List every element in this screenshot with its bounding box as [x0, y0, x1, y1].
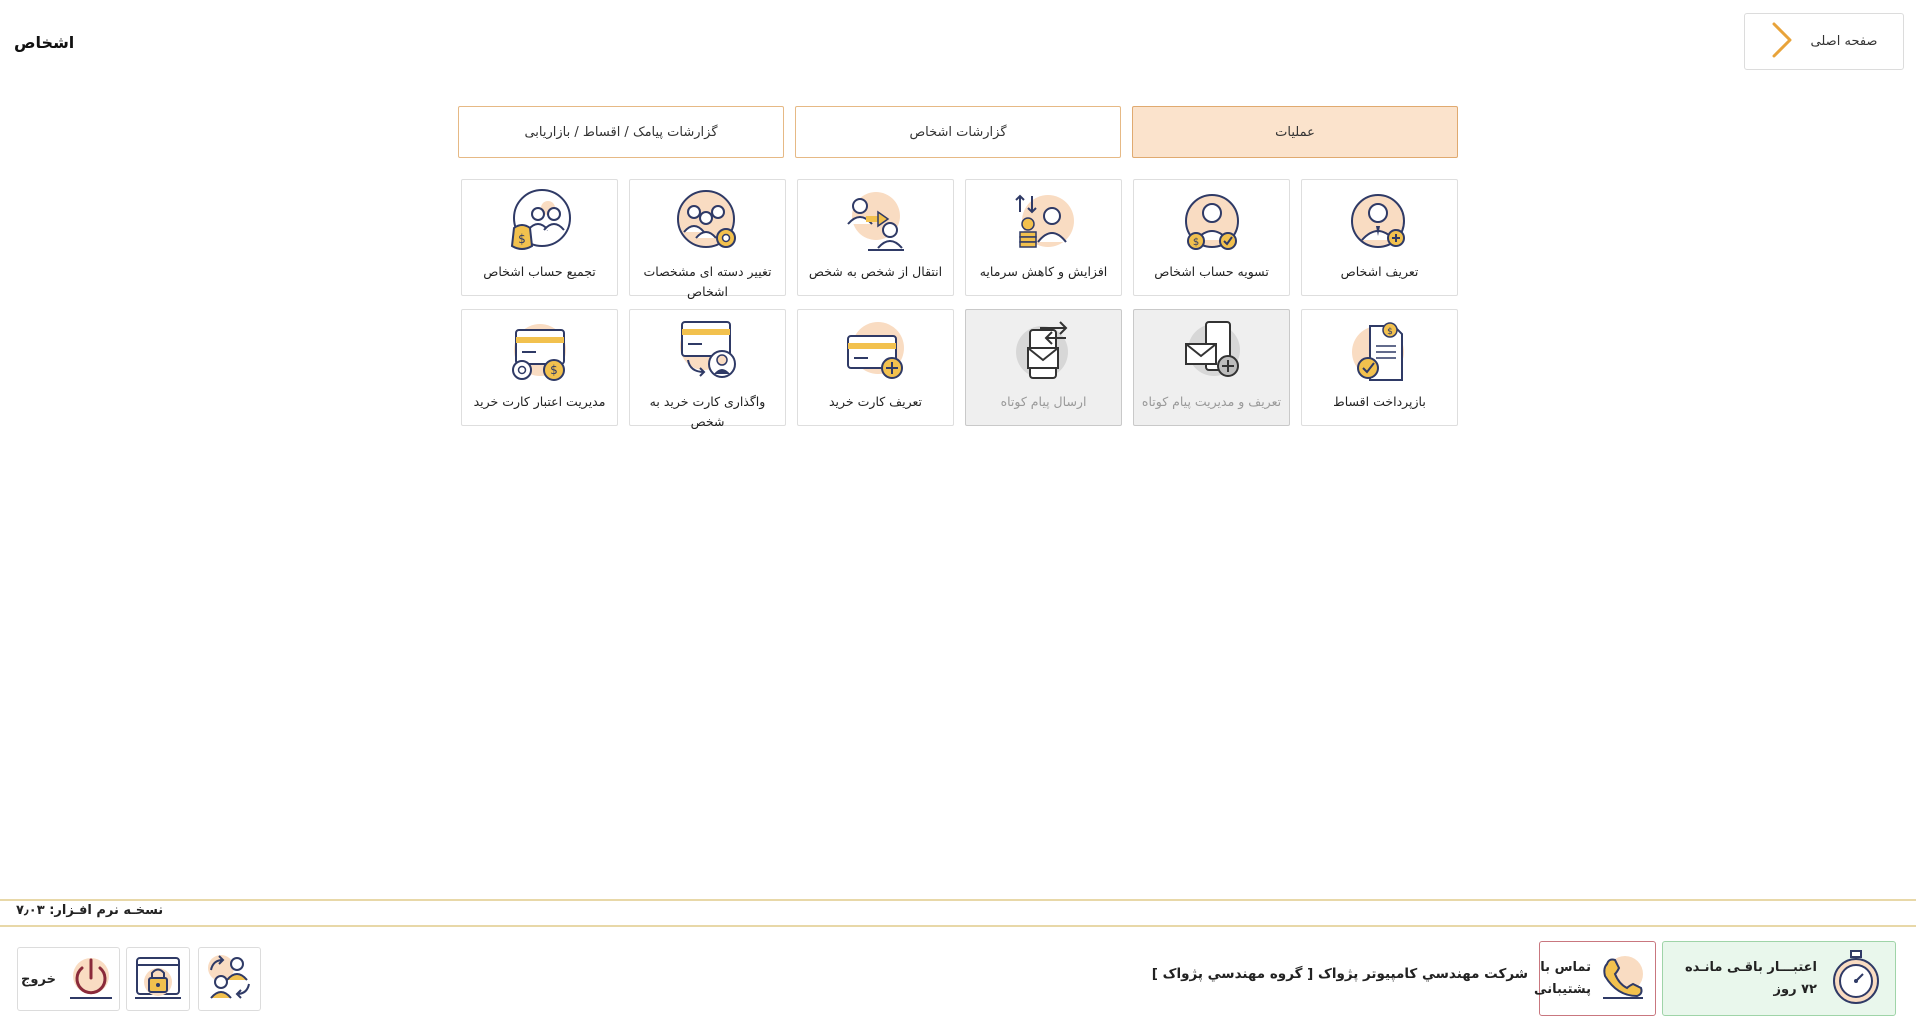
tab-bar: عملیات گزارشات اشخاص گزارشات پیامک / اقس…	[458, 106, 1458, 158]
home-button-label: صفحه اصلی	[1810, 34, 1878, 49]
operations-grid: تعریف اشخاص $ تسویه حساب اشخاص افزایش و …	[458, 179, 1458, 429]
card-define-purchase-card[interactable]: تعریف کارت خرید	[797, 309, 954, 426]
sms-send-icon	[1006, 316, 1082, 390]
card-label: تعریف اشخاص	[1340, 264, 1419, 279]
person-transfer-icon	[838, 186, 914, 260]
card-person-transfer[interactable]: انتقال از شخص به شخص	[797, 179, 954, 296]
card-label: ارسال پیام کوتاه	[1000, 394, 1087, 409]
card-credit-icon: $	[502, 316, 578, 390]
person-add-icon	[1342, 186, 1418, 260]
card-label: تغییر دسته ای مشخصات اشخاص	[643, 264, 772, 299]
card-label: تجمیع حساب اشخاص	[483, 264, 596, 279]
group-settings-icon	[670, 186, 746, 260]
svg-text:$: $	[1192, 237, 1198, 248]
tab-sms-reports[interactable]: گزارشات پیامک / اقساط / بازاریابی	[458, 106, 784, 158]
credit-label: اعتبـــار باقـی مانـده	[1684, 959, 1817, 975]
installment-repay-icon: $	[1342, 316, 1418, 390]
card-manage-purchase-credit[interactable]: $ مدیریت اعتبار کارت خرید	[461, 309, 618, 426]
support-text: تماس با پشتیبانی	[1534, 957, 1591, 1001]
footer-divider-bottom	[0, 925, 1916, 927]
tab-operations[interactable]: عملیات	[1132, 106, 1458, 158]
footer-divider-top	[0, 899, 1916, 901]
stopwatch-icon	[1827, 947, 1885, 1011]
support-label-line2: پشتیبانی	[1534, 981, 1591, 997]
card-assign-icon	[670, 316, 746, 390]
power-icon	[66, 952, 116, 1006]
card-define-person[interactable]: تعریف اشخاص	[1301, 179, 1458, 296]
svg-text:$: $	[1387, 327, 1393, 337]
card-label: تسویه حساب اشخاص	[1154, 264, 1269, 279]
lock-icon	[133, 952, 183, 1006]
credit-text: اعتبـــار باقـی مانـده ۷۲ روز	[1685, 957, 1817, 1001]
card-label: انتقال از شخص به شخص	[808, 264, 943, 279]
page-title: اشخاص	[14, 33, 75, 52]
card-installment-repay[interactable]: $ بازپرداخت اقساط	[1301, 309, 1458, 426]
exit-label: خروج	[21, 971, 56, 987]
card-capital-change[interactable]: افزایش و کاهش سرمایه	[965, 179, 1122, 296]
card-label: مدیریت اعتبار کارت خرید	[473, 394, 606, 409]
card-label: تعریف و مدیریت پیام کوتاه	[1141, 394, 1282, 409]
home-button[interactable]: صفحه اصلی	[1744, 13, 1904, 70]
person-settle-icon: $	[1174, 186, 1250, 260]
card-add-icon	[838, 316, 914, 390]
card-label: بازپرداخت اقساط	[1333, 394, 1426, 409]
sms-manage-icon	[1174, 316, 1250, 390]
card-label: واگذاری کارت خرید به شخص	[649, 394, 766, 429]
phone-icon	[1597, 952, 1647, 1006]
card-label: افزایش و کاهش سرمایه	[979, 264, 1108, 279]
svg-text:$: $	[550, 363, 558, 377]
chevron-right-icon	[1771, 22, 1793, 62]
card-merge-accounts[interactable]: $ تجمیع حساب اشخاص	[461, 179, 618, 296]
card-group-edit[interactable]: تغییر دسته ای مشخصات اشخاص	[629, 179, 786, 299]
credit-days: ۷۲ روز	[1773, 981, 1817, 997]
card-settle-account[interactable]: $ تسویه حساب اشخاص	[1133, 179, 1290, 296]
card-sms-send[interactable]: ارسال پیام کوتاه	[965, 309, 1122, 426]
tab-person-reports[interactable]: گزارشات اشخاص	[795, 106, 1121, 158]
support-label-line1: تماس با	[1540, 959, 1591, 975]
lock-button[interactable]	[126, 947, 190, 1011]
card-assign-purchase-card[interactable]: واگذاری کارت خرید به شخص	[629, 309, 786, 429]
exit-button[interactable]: خروج	[17, 947, 120, 1011]
switch-user-icon	[205, 952, 255, 1006]
card-label: تعریف کارت خرید	[829, 394, 922, 409]
software-version: نسخـه نرم افـزار: ۷٫۰۳	[16, 903, 164, 918]
svg-text:$: $	[518, 232, 526, 246]
company-name: شرکت مهندسي کامپيوتر پژواک [ گروه مهندسي…	[1151, 966, 1528, 982]
contact-support-button[interactable]: تماس با پشتیبانی	[1534, 941, 1656, 1016]
account-merge-icon: $	[502, 186, 578, 260]
capital-change-icon	[1006, 186, 1082, 260]
switch-user-button[interactable]	[198, 947, 261, 1011]
card-sms-manage[interactable]: تعریف و مدیریت پیام کوتاه	[1133, 309, 1290, 426]
credit-remaining-panel: اعتبـــار باقـی مانـده ۷۲ روز	[1662, 941, 1896, 1016]
